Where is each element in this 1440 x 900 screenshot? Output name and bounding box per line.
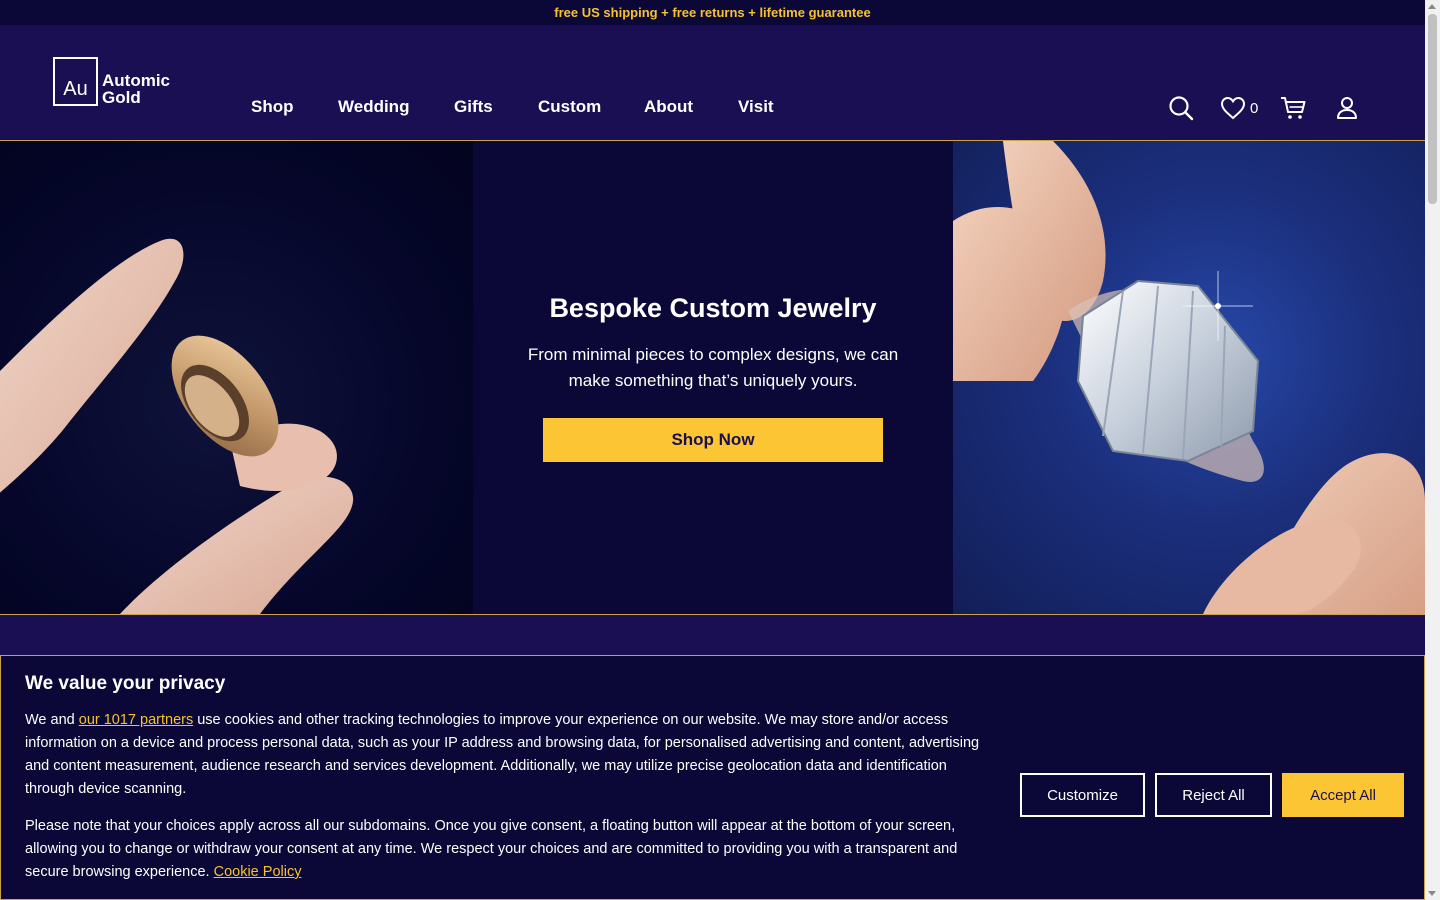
cookie-paragraph-2: Please note that your choices apply acro… — [25, 815, 985, 884]
announcement-bar: free US shipping + free returns + lifeti… — [0, 0, 1425, 25]
page: free US shipping + free returns + lifeti… — [0, 0, 1425, 900]
hero-image-diamond-ring — [953, 141, 1425, 614]
logo-line2: Gold — [102, 88, 141, 107]
scroll-down-arrow-icon[interactable] — [1428, 891, 1436, 896]
user-icon[interactable] — [1336, 96, 1358, 120]
partners-link[interactable]: our 1017 partners — [79, 712, 193, 728]
search-icon[interactable] — [1168, 95, 1194, 121]
reject-all-button[interactable]: Reject All — [1155, 773, 1272, 817]
hero-section: Bespoke Custom Jewelry From minimal piec… — [0, 141, 1425, 614]
logo[interactable]: Au Automic Gold — [53, 57, 170, 106]
announcement-text: free US shipping + free returns + lifeti… — [554, 5, 871, 20]
logo-text: Automic Gold — [102, 72, 170, 106]
logo-line1: Automic — [102, 71, 170, 90]
cookie-banner: We value your privacy We and our 1017 pa… — [0, 655, 1425, 900]
cookie-title: We value your privacy — [25, 673, 226, 694]
scroll-thumb[interactable] — [1428, 14, 1437, 204]
cookie-p2-text: Please note that your choices apply acro… — [25, 818, 958, 880]
cookie-p1-prefix: We and — [25, 712, 79, 728]
customize-button[interactable]: Customize — [1020, 773, 1145, 817]
cookie-policy-link[interactable]: Cookie Policy — [214, 864, 302, 880]
nav-visit[interactable]: Visit — [738, 97, 774, 117]
logo-mark: Au — [53, 57, 98, 106]
logo-symbol: Au — [63, 78, 88, 100]
scrollbar[interactable] — [1425, 0, 1440, 900]
section-below-hero — [0, 615, 1425, 655]
nav-gifts[interactable]: Gifts — [454, 97, 493, 117]
heart-icon — [1220, 96, 1246, 120]
hero-content: Bespoke Custom Jewelry From minimal piec… — [473, 141, 953, 614]
cookie-buttons: Customize Reject All Accept All — [1020, 773, 1404, 817]
cart-icon[interactable] — [1280, 96, 1306, 120]
accept-all-button[interactable]: Accept All — [1282, 773, 1404, 817]
shop-now-button[interactable]: Shop Now — [543, 418, 883, 462]
nav-wedding[interactable]: Wedding — [338, 97, 409, 117]
nav-about[interactable]: About — [644, 97, 693, 117]
nav-shop[interactable]: Shop — [251, 97, 294, 117]
header-icons: 0 — [1168, 95, 1358, 121]
wishlist-button[interactable]: 0 — [1220, 96, 1258, 120]
main-nav: Shop Wedding Gifts Custom About Visit — [251, 97, 774, 117]
hero-title: Bespoke Custom Jewelry — [549, 293, 877, 323]
wishlist-count: 0 — [1250, 99, 1259, 117]
site-header: Au Automic Gold Shop Wedding Gifts Custo… — [0, 25, 1425, 141]
hero-image-gold-ring — [0, 141, 473, 614]
cookie-paragraph-1: We and our 1017 partners use cookies and… — [25, 709, 985, 801]
scroll-up-arrow-icon[interactable] — [1428, 4, 1436, 9]
hero-subtitle: From minimal pieces to complex designs, … — [527, 345, 899, 390]
nav-custom[interactable]: Custom — [538, 97, 601, 117]
